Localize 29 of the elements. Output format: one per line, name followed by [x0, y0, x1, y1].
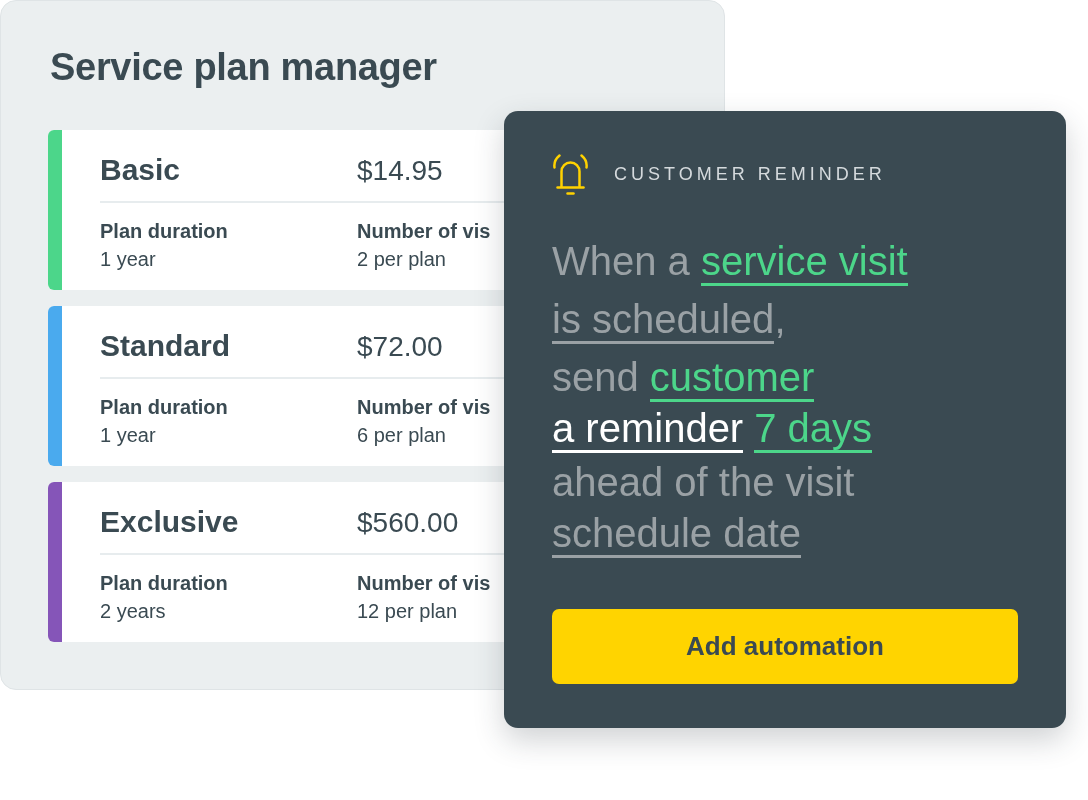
field-label: Plan duration: [100, 395, 228, 420]
field-label: Number of vis: [357, 395, 491, 420]
field-label: Number of vis: [357, 571, 491, 596]
field-label: Number of vis: [357, 219, 491, 244]
reminder-heading: CUSTOMER REMINDER: [614, 163, 886, 185]
option-link[interactable]: is scheduled: [552, 297, 775, 344]
plan-price: $72.00: [357, 330, 443, 364]
field-value: 6 per plan: [357, 423, 446, 448]
option-link[interactable]: 7 days: [754, 406, 873, 453]
option-link[interactable]: customer: [649, 355, 815, 402]
plan-name: Exclusive: [100, 504, 239, 540]
field-value: 1 year: [100, 423, 156, 448]
plan-name: Basic: [100, 152, 181, 188]
plan-name: Standard: [100, 328, 231, 364]
field-label: Plan duration: [100, 571, 228, 596]
field-value: 12 per plan: [357, 599, 458, 624]
automation-sentence: When a service visit is scheduled, send customer a reminder 7 days ahead of the visit schedule date: [552, 232, 1018, 558]
field-value: 2 years: [100, 599, 166, 624]
panel-title: Service plan manager: [50, 45, 438, 89]
option-link[interactable]: service visit: [700, 239, 908, 286]
bell-icon: [552, 153, 589, 195]
option-link[interactable]: schedule date: [552, 511, 802, 558]
plan-price: $560.00: [357, 506, 459, 540]
plan-price: $14.95: [357, 154, 443, 188]
field-value: 1 year: [100, 247, 156, 272]
option-link[interactable]: a reminder: [552, 406, 744, 453]
field-value: 2 per plan: [357, 247, 446, 272]
field-label: Plan duration: [100, 219, 228, 244]
add-automation-button[interactable]: Add automation: [552, 609, 1018, 684]
